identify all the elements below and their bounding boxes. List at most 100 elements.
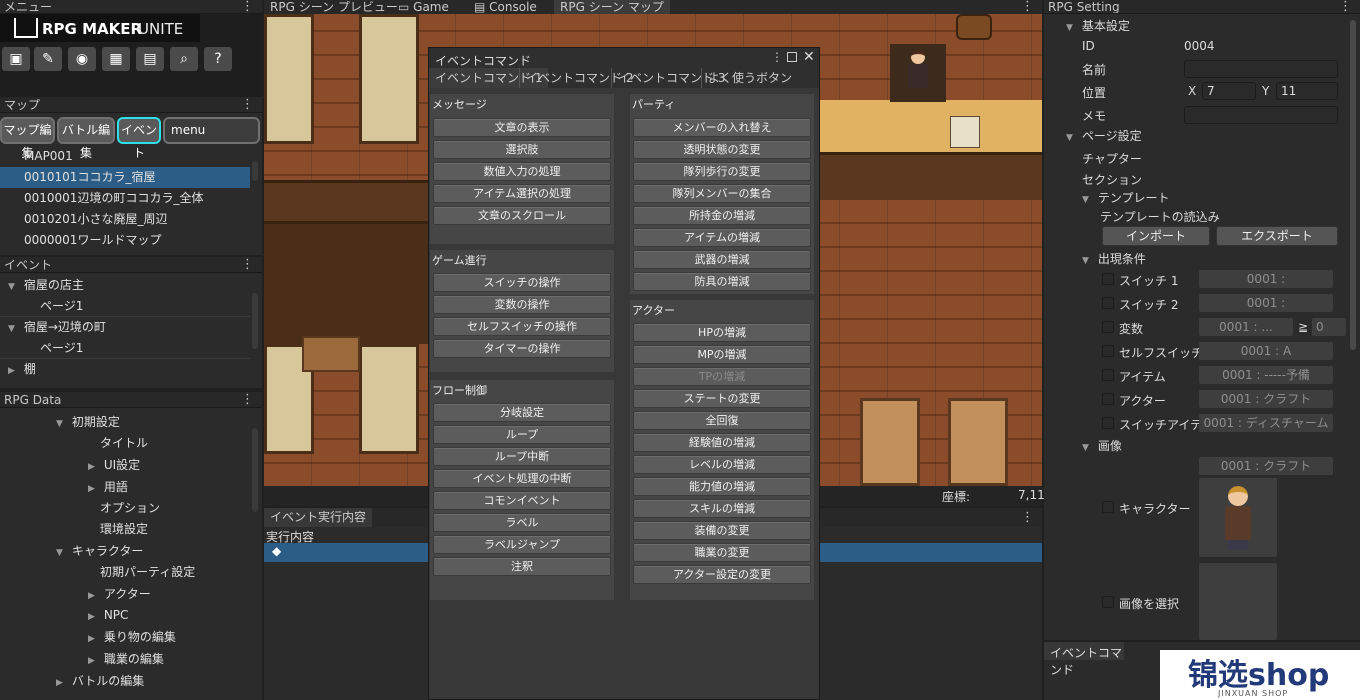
event-tab[interactable]: イベント: [117, 117, 161, 160]
data-tree-item[interactable]: タイトル: [0, 433, 148, 454]
select-image-checkbox[interactable]: [1102, 596, 1114, 608]
cmd-change-level[interactable]: レベルの増減: [633, 455, 811, 474]
cmd-choices[interactable]: 選択肢: [433, 140, 611, 159]
cmd-break-loop[interactable]: ループ中断: [433, 447, 611, 466]
rpg-data-kebab-icon[interactable]: ⋮: [241, 392, 254, 408]
cmd-common-event[interactable]: コモンイベント: [433, 491, 611, 510]
cmd-transparency[interactable]: 透明状態の変更: [633, 140, 811, 159]
tree-toggle-icon[interactable]: ▼: [8, 277, 20, 298]
tree-toggle-icon[interactable]: ▼: [56, 543, 68, 564]
tree-toggle-icon[interactable]: ▶: [88, 586, 100, 607]
data-tree-item[interactable]: ▶ アクター: [0, 584, 151, 605]
cmd-exit-event[interactable]: イベント処理の中断: [433, 469, 611, 488]
cmd-change-mp[interactable]: MPの増減: [633, 345, 811, 364]
tree-toggle-icon[interactable]: ▶: [88, 651, 100, 672]
data-tree-item[interactable]: ▶ バトルの編集: [0, 671, 144, 692]
tree-toggle-icon[interactable]: ▶: [88, 607, 100, 628]
cmd-change-state[interactable]: ステートの変更: [633, 389, 811, 408]
event-tree-item[interactable]: ▼ 宿屋→辺境の町: [0, 317, 106, 338]
cmd-item-select[interactable]: アイテム選択の処理: [433, 184, 611, 203]
cmd-label[interactable]: ラベル: [433, 513, 611, 532]
tab-scene-map[interactable]: RPG シーン マップ: [554, 0, 670, 14]
tree-toggle-icon[interactable]: ▶: [8, 361, 20, 382]
selfswitch-checkbox[interactable]: [1102, 345, 1114, 357]
cmd-change-params[interactable]: 能力値の増減: [633, 477, 811, 496]
character-checkbox[interactable]: [1102, 501, 1114, 513]
cmd-self-switch[interactable]: セルフスイッチの操作: [433, 317, 611, 336]
data-tree-item[interactable]: ▶ NPC: [0, 605, 128, 626]
cmd-change-armors[interactable]: 防具の増減: [633, 272, 811, 291]
menu-kebab-icon[interactable]: ⋮: [241, 0, 254, 14]
cmd-change-skills[interactable]: スキルの増減: [633, 499, 811, 518]
selfswitch-select[interactable]: 0001 : A: [1199, 342, 1333, 360]
data-tree-item[interactable]: ▼ 初期設定: [0, 412, 120, 433]
rpg-data-scrollbar[interactable]: [252, 428, 258, 512]
cmd-change-actor-settings[interactable]: アクター設定の変更: [633, 565, 811, 584]
cmd-branch[interactable]: 分岐設定: [433, 403, 611, 422]
tree-toggle-icon[interactable]: ▶: [88, 479, 100, 500]
conditions-section[interactable]: ▼ 出現条件: [1082, 250, 1146, 267]
collapse-icon[interactable]: ▼: [1066, 23, 1078, 33]
cmd-change-exp[interactable]: 経験値の増減: [633, 433, 811, 452]
page-settings-section[interactable]: ▼ ページ設定: [1066, 127, 1142, 144]
setting-scrollbar[interactable]: [1350, 20, 1356, 350]
data-tree-item[interactable]: ▼ キャラクター: [0, 541, 143, 562]
cmd-change-equipment[interactable]: 装備の変更: [633, 521, 811, 540]
event-tree-item[interactable]: ▶ 棚: [0, 359, 36, 380]
basic-settings-section[interactable]: ▼ 基本設定: [1066, 17, 1130, 34]
setting-kebab-icon[interactable]: ⋮: [1339, 0, 1352, 14]
battle-edit-tab[interactable]: バトル編集: [57, 117, 115, 160]
variable-checkbox[interactable]: [1102, 321, 1114, 333]
save-button[interactable]: ▣: [2, 47, 30, 71]
switch1-select[interactable]: 0001 :: [1199, 270, 1333, 288]
character-preview[interactable]: [1199, 478, 1277, 557]
tab-favorite[interactable]: よく使うボタン: [701, 68, 798, 88]
data-tree-item[interactable]: 環境設定: [0, 519, 148, 540]
cmd-change-class[interactable]: 職業の変更: [633, 543, 811, 562]
cmd-scroll-text[interactable]: 文章のスクロール: [433, 206, 611, 225]
exec-tab[interactable]: イベント実行内容: [264, 508, 373, 527]
variable-number[interactable]: 0: [1312, 318, 1346, 336]
cmd-comment[interactable]: 注釈: [433, 557, 611, 576]
y-field[interactable]: 11: [1276, 82, 1338, 100]
switchitem-checkbox[interactable]: [1102, 417, 1114, 429]
cmd-change-weapons[interactable]: 武器の増減: [633, 250, 811, 269]
map-kebab-icon[interactable]: ⋮: [241, 97, 254, 113]
item-select[interactable]: 0001 : -----予備: [1199, 366, 1333, 384]
cmd-show-text[interactable]: 文章の表示: [433, 118, 611, 137]
variable-select[interactable]: 0001 : ...: [1199, 318, 1293, 336]
event-scrollbar[interactable]: [252, 293, 258, 349]
image-section[interactable]: ▼ 画像: [1082, 437, 1122, 454]
collapse-icon[interactable]: ▼: [1082, 195, 1094, 205]
cmd-timer[interactable]: タイマーの操作: [433, 339, 611, 358]
map-edit-tab[interactable]: マップ編集: [0, 117, 55, 160]
switch2-select[interactable]: 0001 :: [1199, 294, 1333, 312]
image-preview[interactable]: [1199, 563, 1277, 640]
collapse-icon[interactable]: ▼: [1082, 256, 1094, 266]
actor-select[interactable]: 0001 : クラフト: [1199, 390, 1333, 408]
data-tree-item[interactable]: ▶ 職業の編集: [0, 649, 164, 670]
map-list-item[interactable]: 0000001ワールドマップ: [0, 230, 250, 251]
bottom-command-tab[interactable]: イベントコマンド: [1044, 642, 1124, 677]
collapse-icon[interactable]: ▼: [1082, 443, 1094, 453]
map-list-item[interactable]: 0010201小さな廃屋_周辺: [0, 209, 250, 230]
search-button[interactable]: ⌕: [170, 47, 198, 71]
tree-toggle-icon[interactable]: ▼: [8, 319, 20, 340]
kebab-icon[interactable]: ⋮: [771, 50, 783, 64]
map-scrollbar[interactable]: [252, 161, 258, 181]
map-list-item[interactable]: 0010001辺境の町ココカラ_全体: [0, 188, 250, 209]
addon-button[interactable]: ▦: [102, 47, 130, 71]
data-tree-item[interactable]: ▶ UI設定: [0, 455, 140, 476]
cmd-change-items[interactable]: アイテムの増減: [633, 228, 811, 247]
data-tree-item[interactable]: オプション: [0, 498, 160, 519]
image-select[interactable]: 0001 : クラフト: [1199, 457, 1333, 475]
switchitem-select[interactable]: 0001 : ディスチャーム: [1199, 414, 1333, 432]
map-list-item[interactable]: MAP001: [0, 146, 250, 167]
play-button[interactable]: ◉: [68, 47, 96, 71]
export-button[interactable]: エクスポート: [1216, 226, 1338, 246]
cmd-gather-followers[interactable]: 隊列メンバーの集合: [633, 184, 811, 203]
actor-checkbox[interactable]: [1102, 393, 1114, 405]
tree-toggle-icon[interactable]: ▶: [56, 673, 68, 694]
exec-kebab-icon[interactable]: ⋮: [1021, 508, 1034, 527]
help-button[interactable]: ?: [204, 47, 232, 71]
